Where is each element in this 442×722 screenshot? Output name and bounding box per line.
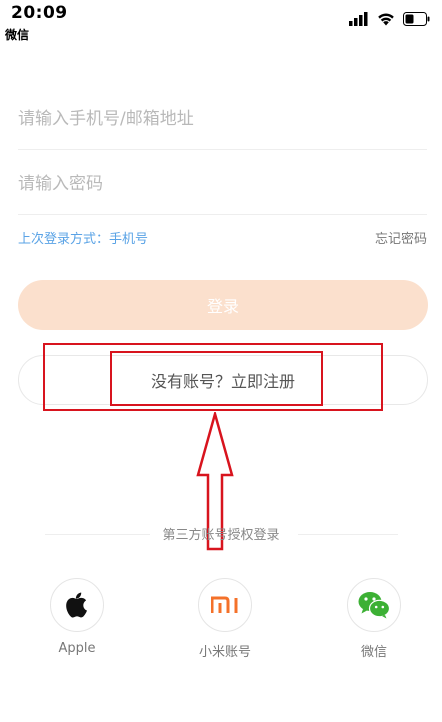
login-screen: 20:09 微信 上次登录方式：手机号 忘记密码 登录 没有账号？立即注册 bbox=[0, 0, 442, 722]
battery-icon bbox=[403, 12, 430, 26]
status-icons bbox=[349, 12, 430, 26]
mi-icon-circle[interactable] bbox=[198, 578, 252, 632]
wechat-login-button[interactable]: 微信 bbox=[334, 578, 414, 660]
phone-email-field[interactable] bbox=[18, 89, 427, 150]
last-login-method: 上次登录方式：手机号 bbox=[18, 232, 149, 247]
mi-account-login-button[interactable]: 小米账号 bbox=[185, 578, 265, 660]
mi-icon bbox=[211, 596, 238, 613]
apple-icon bbox=[66, 592, 87, 618]
apple-label: Apple bbox=[58, 641, 96, 656]
mi-account-label: 小米账号 bbox=[198, 645, 251, 660]
apple-icon-circle[interactable] bbox=[50, 578, 104, 632]
wifi-icon bbox=[378, 13, 394, 26]
forgot-password-link[interactable]: 忘记密码 bbox=[375, 228, 427, 247]
cellular-signal-icon bbox=[349, 12, 368, 26]
login-button[interactable]: 登录 bbox=[18, 280, 428, 330]
wechat-label: 微信 bbox=[360, 645, 387, 660]
wechat-icon-circle[interactable] bbox=[347, 578, 401, 632]
password-field[interactable] bbox=[18, 154, 427, 215]
status-app-name: 微信 bbox=[5, 28, 30, 42]
wechat-icon bbox=[358, 592, 390, 619]
apple-login-button[interactable]: Apple bbox=[37, 578, 117, 656]
annotation-inner-box bbox=[110, 351, 323, 406]
divider-right bbox=[298, 534, 398, 535]
phone-email-input[interactable] bbox=[18, 109, 427, 129]
password-input[interactable] bbox=[18, 174, 427, 194]
status-time: 20:09 bbox=[11, 3, 68, 23]
